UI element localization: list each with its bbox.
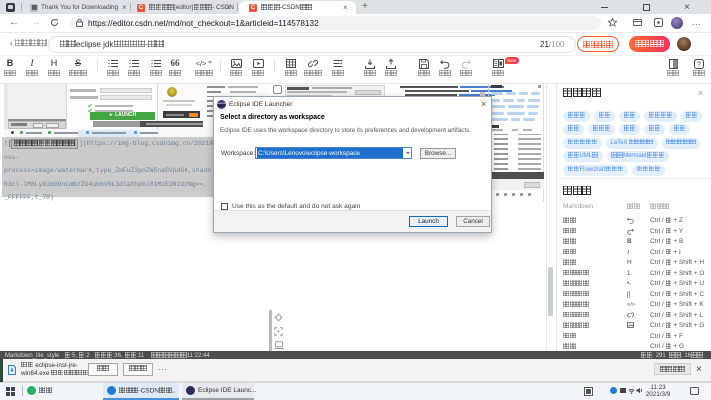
svg-text:?: ?	[697, 61, 701, 68]
